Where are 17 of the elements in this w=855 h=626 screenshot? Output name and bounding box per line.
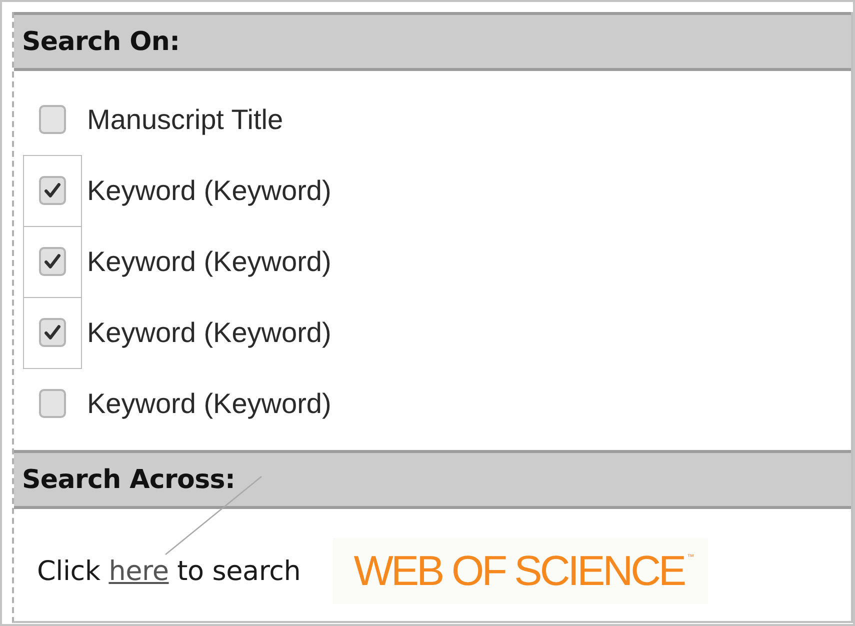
checkmark-icon <box>44 182 61 199</box>
option-label: Manuscript Title <box>87 104 284 136</box>
section-title: Search On: <box>22 26 180 56</box>
here-link[interactable]: here <box>108 556 169 586</box>
checkbox[interactable] <box>39 389 66 418</box>
option-label: Keyword (Keyword) <box>87 174 332 206</box>
checkmark-icon <box>44 253 61 270</box>
search-instruction: Click here to search <box>37 556 301 586</box>
checkbox[interactable] <box>39 105 66 134</box>
checkmark-icon <box>44 324 61 341</box>
checkbox[interactable] <box>39 318 66 347</box>
checkbox[interactable] <box>39 176 66 205</box>
option-label: Keyword (Keyword) <box>87 316 332 348</box>
section-title: Search Across: <box>22 464 236 494</box>
checkbox[interactable] <box>39 247 66 276</box>
option-label: Keyword (Keyword) <box>87 388 332 420</box>
option-label: Keyword (Keyword) <box>87 246 332 278</box>
